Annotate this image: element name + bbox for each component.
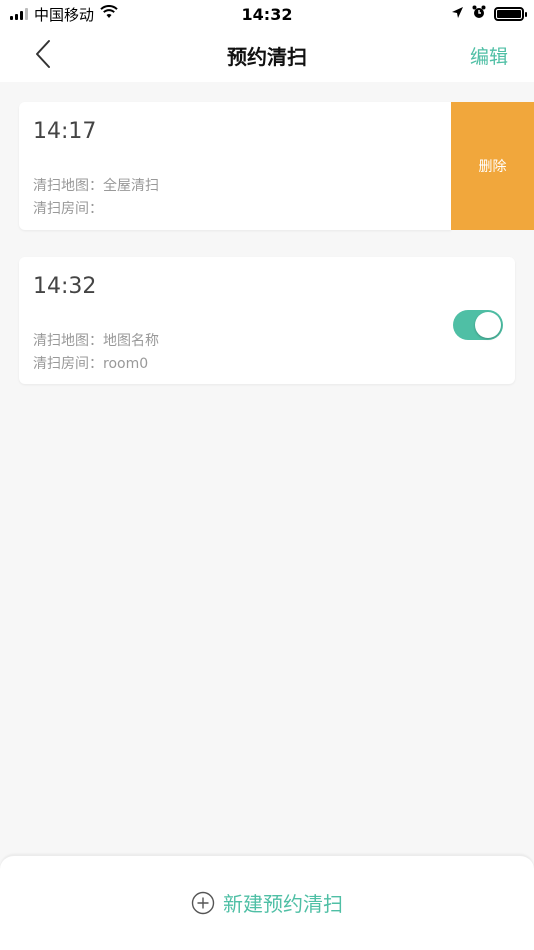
schedule-toggle[interactable] — [453, 310, 503, 340]
schedule-map: 清扫地图：地图名称 — [33, 333, 159, 349]
delete-button[interactable]: 删除 — [451, 102, 534, 230]
status-right — [451, 5, 527, 23]
new-schedule-label: 新建预约清扫 — [223, 892, 343, 916]
schedule-time: 14:32 — [33, 274, 97, 299]
add-circle-icon — [191, 891, 215, 914]
new-schedule-button[interactable]: 新建预约清扫 — [0, 888, 534, 917]
page-title: 预约清扫 — [227, 45, 307, 69]
location-arrow-icon — [451, 5, 464, 23]
status-left: 中国移动 — [10, 4, 118, 25]
signal-icon — [10, 8, 28, 20]
wifi-icon — [100, 5, 118, 23]
alarm-icon — [472, 5, 486, 23]
schedule-room: 清扫房间：room0 — [33, 356, 149, 372]
carrier-label: 中国移动 — [34, 5, 95, 24]
schedule-room: 清扫房间： — [33, 201, 103, 217]
status-bar: 中国移动 14:32 — [0, 0, 534, 28]
battery-icon — [494, 7, 527, 21]
schedule-card[interactable]: 14:17 清扫地图：全屋清扫 清扫房间： — [19, 102, 451, 230]
schedule-time: 14:17 — [33, 119, 97, 144]
toggle-knob — [475, 312, 501, 338]
nav-bar: 预约清扫 编辑 — [0, 28, 534, 82]
schedule-card[interactable]: 14:32 清扫地图：地图名称 清扫房间：room0 — [19, 257, 515, 384]
schedule-map: 清扫地图：全屋清扫 — [33, 178, 159, 194]
bottom-panel: 新建预约清扫 — [0, 855, 534, 950]
edit-button[interactable]: 编辑 — [470, 42, 508, 69]
